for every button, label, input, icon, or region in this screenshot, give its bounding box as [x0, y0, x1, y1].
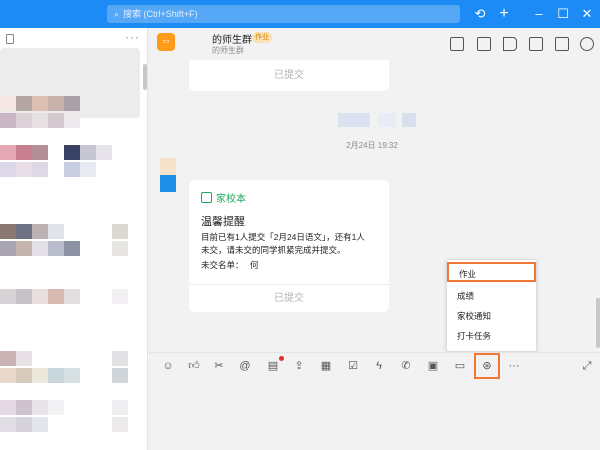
- homework-popup-menu: 作业 成绩 家校通知 打卡任务: [446, 259, 537, 352]
- blurred-contact[interactable]: [0, 351, 128, 366]
- blurred-contact[interactable]: [0, 368, 128, 383]
- chat-scrollbar[interactable]: [596, 298, 600, 348]
- expand-icon[interactable]: ⤢: [579, 358, 595, 374]
- earlier-card: 已提交: [189, 60, 389, 91]
- card-app-name: 家校本: [216, 194, 246, 205]
- blurred-contact[interactable]: [0, 224, 128, 239]
- search-placeholder: 搜索 (Ctrl+Shift+F): [123, 9, 198, 19]
- menu-item-homework[interactable]: 作业: [447, 262, 536, 282]
- sender-avatar-lower[interactable]: [160, 175, 176, 192]
- screen-icon[interactable]: ▭: [452, 358, 468, 374]
- card-app-label: 家校本: [201, 190, 246, 205]
- earlier-card-footer[interactable]: 已提交: [189, 60, 389, 91]
- at-icon[interactable]: @: [237, 358, 253, 374]
- notebook-icon[interactable]: [6, 34, 14, 44]
- blurred-contact[interactable]: [0, 96, 80, 111]
- blurred-contact[interactable]: [0, 400, 128, 415]
- video-icon[interactable]: [450, 37, 464, 51]
- gear-icon[interactable]: [580, 37, 594, 51]
- chat-header: ▭ 的师生群 作业 的师生群: [149, 28, 600, 60]
- upload-icon[interactable]: ⇪: [291, 358, 307, 374]
- close-icon[interactable]: ✕: [579, 6, 595, 22]
- folder-icon[interactable]: [529, 37, 543, 51]
- menu-item-checkin-task[interactable]: 打卡任务: [447, 326, 536, 346]
- homework-app-icon: [201, 192, 212, 203]
- doc-icon[interactable]: ▤: [265, 358, 281, 374]
- lightning-icon[interactable]: ϟ: [371, 358, 387, 374]
- live-icon[interactable]: ▣: [425, 358, 441, 374]
- emoji-icon[interactable]: ☺: [160, 358, 176, 374]
- group-tag: 作业: [252, 32, 272, 43]
- blurred-contact[interactable]: [0, 417, 128, 432]
- search-doc-icon[interactable]: [555, 37, 569, 51]
- blurred-name: [378, 113, 396, 127]
- notification-dot: [279, 356, 284, 361]
- more-icon[interactable]: ···: [506, 358, 522, 374]
- homework-card[interactable]: 家校本 温馨提醒 目前已有1人提交「2月24日语文」，还有1人未交，请未交的同学…: [189, 180, 389, 312]
- conversation-list: ···: [0, 28, 148, 450]
- minimize-icon[interactable]: –: [531, 6, 547, 22]
- group-avatar[interactable]: ▭: [157, 33, 175, 51]
- blurred-contact[interactable]: [0, 289, 128, 304]
- search-icon: ⌕: [114, 9, 120, 19]
- sender-avatar[interactable]: [160, 158, 176, 175]
- message-timestamp: 2月24日 19:32: [346, 141, 398, 150]
- calendar-icon[interactable]: ▦: [318, 358, 334, 374]
- search-box[interactable]: ⌕ 搜索 (Ctrl+Shift+F): [107, 5, 460, 23]
- card-missing-list: 未交名单： 何: [201, 259, 258, 271]
- homework-icon[interactable]: ⊛: [474, 353, 500, 379]
- history-icon[interactable]: ⟲: [472, 6, 488, 22]
- card-footer[interactable]: 已提交: [189, 284, 389, 312]
- task-icon[interactable]: ☑: [345, 358, 361, 374]
- group-subtitle: 的师生群: [212, 46, 244, 55]
- blurred-contact[interactable]: [0, 241, 128, 256]
- title-bar: ⌕ 搜索 (Ctrl+Shift+F) ⟲ + – ☐ ✕: [0, 0, 600, 28]
- thumbs-up-icon[interactable]: 👍︎: [186, 358, 202, 374]
- blurred-contact[interactable]: [0, 162, 96, 177]
- more-icon[interactable]: ···: [125, 30, 140, 44]
- group-name: 的师生群: [212, 35, 252, 46]
- call-icon[interactable]: ✆: [398, 358, 414, 374]
- check-icon[interactable]: [477, 37, 491, 51]
- blurred-name: [338, 113, 370, 127]
- blurred-contact[interactable]: [0, 145, 112, 160]
- card-body: 目前已有1人提交「2月24日语文」，还有1人未交，请未交的同学抓紧完成并提交。: [201, 232, 365, 255]
- missing-label: 未交名单：: [201, 260, 244, 270]
- plus-icon[interactable]: +: [496, 6, 512, 22]
- maximize-icon[interactable]: ☐: [555, 6, 571, 22]
- announce-icon[interactable]: [503, 37, 517, 51]
- card-title: 温馨提醒: [201, 216, 245, 228]
- sidebar-scrollbar[interactable]: [143, 64, 147, 90]
- menu-item-school-notice[interactable]: 家校通知: [447, 306, 536, 326]
- menu-item-grades[interactable]: 成绩: [447, 286, 536, 306]
- blurred-name: [402, 113, 416, 127]
- scissors-icon[interactable]: ✂: [211, 358, 227, 374]
- missing-value: 何: [249, 260, 259, 270]
- blurred-contact[interactable]: [0, 113, 80, 128]
